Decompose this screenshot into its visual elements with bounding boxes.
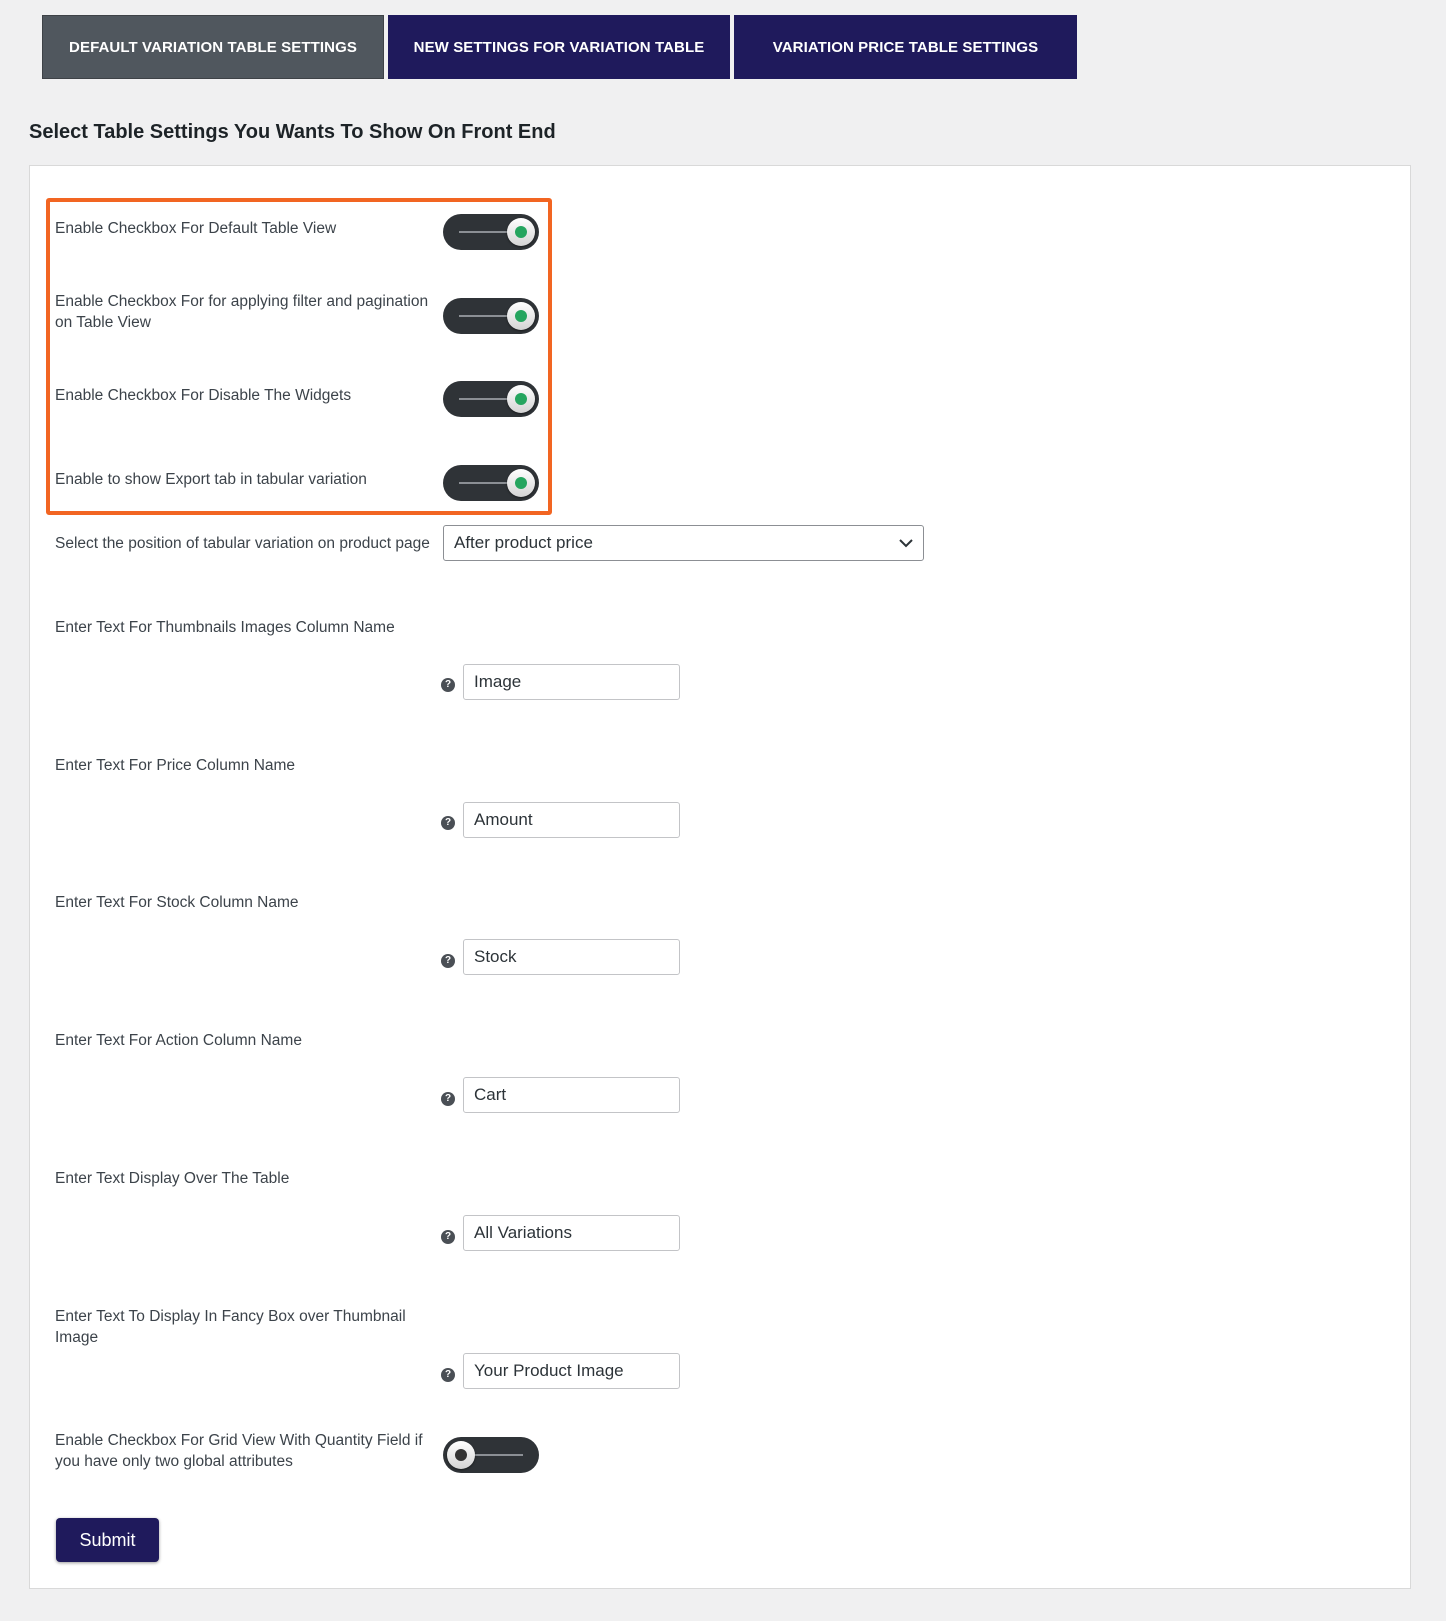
help-icon[interactable]: ?	[441, 1368, 455, 1382]
action-column-input[interactable]	[463, 1077, 680, 1113]
toggle-knob	[447, 1441, 475, 1469]
action-column-label: Enter Text For Action Column Name	[55, 1032, 302, 1049]
toggle-label-default-table-view: Enable Checkbox For Default Table View	[55, 220, 337, 237]
toggle-knob	[507, 469, 535, 497]
position-select[interactable]: After product price	[443, 525, 924, 561]
toggle-grid-view[interactable]	[443, 1437, 539, 1473]
help-icon[interactable]: ?	[441, 1092, 455, 1106]
settings-tabs: DEFAULT VARIATION TABLE SETTINGS NEW SET…	[42, 15, 1081, 79]
table-heading-text-label: Enter Text Display Over The Table	[55, 1170, 290, 1187]
position-select-value: After product price	[454, 533, 593, 552]
fancybox-text-label: Enter Text To Display In Fancy Box over …	[55, 1308, 406, 1346]
tab-default-variation-table-settings[interactable]: DEFAULT VARIATION TABLE SETTINGS	[42, 15, 384, 79]
section-title: Select Table Settings You Wants To Show …	[29, 121, 556, 143]
help-icon[interactable]: ?	[441, 678, 455, 692]
help-icon[interactable]: ?	[441, 1230, 455, 1244]
price-column-input[interactable]	[463, 802, 680, 838]
toggle-default-table-view[interactable]	[443, 214, 539, 250]
toggle-knob	[507, 302, 535, 330]
toggle-dot	[515, 310, 527, 322]
table-heading-text-input[interactable]	[463, 1215, 680, 1251]
toggle-knob	[507, 218, 535, 246]
toggle-label-filter-pagination: Enable Checkbox For for applying filter …	[55, 293, 429, 331]
price-column-label: Enter Text For Price Column Name	[55, 757, 296, 774]
stock-column-label: Enter Text For Stock Column Name	[55, 894, 299, 911]
toggle-dot	[515, 477, 527, 489]
toggle-label-export-tab: Enable to show Export tab in tabular var…	[55, 471, 367, 488]
toggle-dot	[455, 1449, 467, 1461]
toggle-label-disable-widgets: Enable Checkbox For Disable The Widgets	[55, 387, 352, 404]
submit-button[interactable]: Submit	[56, 1518, 159, 1562]
toggle-disable-widgets[interactable]	[443, 381, 539, 417]
position-select-label: Select the position of tabular variation…	[55, 535, 430, 552]
toggle-knob	[507, 385, 535, 413]
toggle-filter-pagination[interactable]	[443, 298, 539, 334]
thumbnail-column-label: Enter Text For Thumbnails Images Column …	[55, 619, 395, 636]
help-icon[interactable]: ?	[441, 954, 455, 968]
thumbnail-column-input[interactable]	[463, 664, 680, 700]
help-icon[interactable]: ?	[441, 816, 455, 830]
fancybox-text-input[interactable]	[463, 1353, 680, 1389]
chevron-down-icon	[899, 539, 913, 548]
toggle-dot	[515, 393, 527, 405]
tab-new-settings-for-variation-table[interactable]: NEW SETTINGS FOR VARIATION TABLE	[388, 15, 730, 79]
tab-variation-price-table-settings[interactable]: VARIATION PRICE TABLE SETTINGS	[734, 15, 1077, 79]
toggle-dot	[515, 226, 527, 238]
stock-column-input[interactable]	[463, 939, 680, 975]
grid-view-toggle-label: Enable Checkbox For Grid View With Quant…	[55, 1432, 423, 1470]
toggle-export-tab[interactable]	[443, 465, 539, 501]
